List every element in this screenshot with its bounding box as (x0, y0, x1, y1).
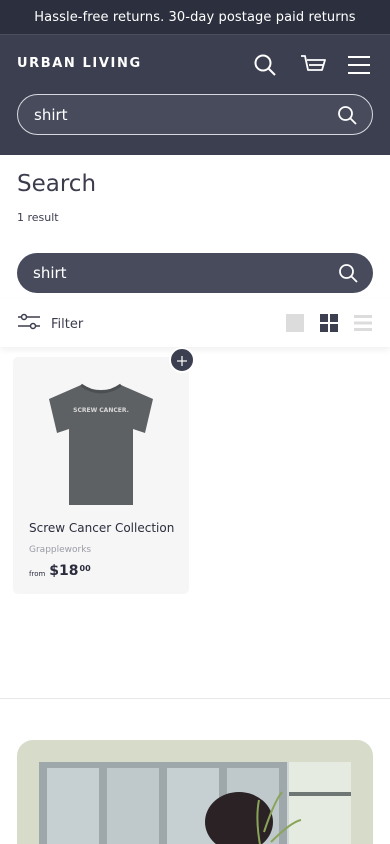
site-header: URBAN LIVING (0, 34, 390, 155)
small-grid-view-icon[interactable] (320, 314, 338, 332)
price-cents: 00 (79, 564, 91, 573)
product-title[interactable]: Screw Cancer Collection (29, 521, 174, 535)
menu-icon[interactable] (346, 52, 372, 78)
quick-add-button[interactable] (169, 347, 195, 373)
search-submit-icon[interactable] (336, 104, 358, 126)
result-count: 1 result (17, 211, 59, 224)
filter-label: Filter (51, 316, 84, 332)
collection-toolbar: Filter (0, 299, 390, 347)
cart-icon[interactable] (300, 52, 326, 78)
filter-sliders-icon (17, 313, 41, 335)
search-icon[interactable] (252, 52, 278, 78)
announcement-text: Hassle-free returns. 30-day postage paid… (34, 9, 356, 25)
announcement-bar: Hassle-free returns. 30-day postage paid… (0, 0, 390, 34)
product-price: from $18 00 (29, 563, 91, 579)
price-amount: $18 (49, 563, 79, 579)
header-search-bar[interactable] (17, 94, 373, 135)
page-title: Search (17, 171, 97, 197)
filter-button[interactable]: Filter (17, 313, 83, 335)
product-vendor: Grappleworks (29, 545, 92, 555)
list-view-icon[interactable] (354, 314, 372, 332)
search-submit-icon[interactable] (337, 262, 359, 284)
shirt-print-text: SCREW CANCER. (73, 407, 129, 414)
price-prefix: from (29, 570, 46, 578)
plus-icon (177, 351, 187, 370)
page-search-bar[interactable] (17, 253, 373, 293)
product-card[interactable]: SCREW CANCER. Screw Cancer Collection Gr… (13, 357, 189, 594)
page-search-input[interactable] (33, 264, 313, 282)
store-logo[interactable]: URBAN LIVING (17, 56, 142, 71)
section-divider (0, 698, 390, 699)
promo-image (39, 762, 351, 844)
promo-banner (17, 740, 373, 844)
large-grid-view-icon[interactable] (286, 314, 304, 332)
product-image[interactable]: SCREW CANCER. (41, 377, 161, 507)
header-search-input[interactable] (34, 105, 314, 124)
